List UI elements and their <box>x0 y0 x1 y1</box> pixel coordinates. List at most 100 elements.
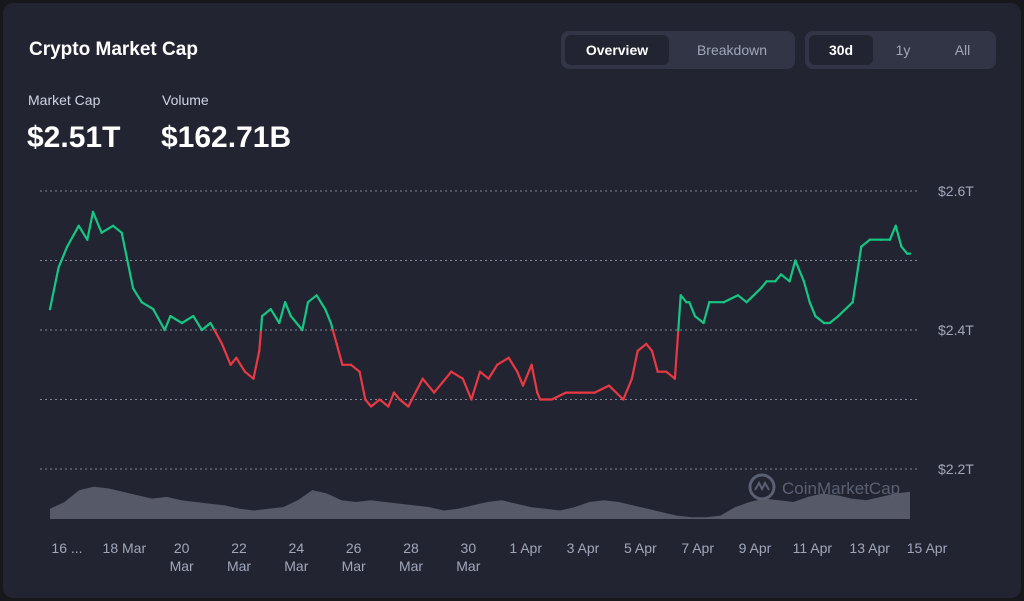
x-tick-label-month: Mar <box>284 558 308 574</box>
price-point <box>487 377 490 380</box>
price-point <box>908 252 912 255</box>
price-segment <box>220 342 232 366</box>
price-segment <box>407 377 424 408</box>
price-point <box>880 238 883 241</box>
price-segment <box>258 328 263 352</box>
price-point <box>814 315 817 318</box>
watermark-text: CoinMarketCap <box>782 479 900 498</box>
price-segment <box>169 315 183 325</box>
price-point <box>673 377 677 380</box>
volume-area <box>50 486 910 519</box>
price-point <box>688 301 691 304</box>
price-point <box>57 266 60 269</box>
price-point <box>100 231 103 234</box>
price-point <box>868 238 872 241</box>
price-point <box>192 315 195 318</box>
price-segment <box>673 328 680 380</box>
price-segment <box>779 273 791 283</box>
y-tick-label: $2.4T <box>938 322 974 338</box>
price-segment <box>888 224 897 241</box>
price-segment <box>77 224 89 241</box>
price-segment <box>421 377 436 394</box>
y-axis-ticks: $2.6T $2.4T $2.2T <box>938 183 974 477</box>
price-point <box>900 245 903 248</box>
price-point <box>252 377 255 380</box>
price-point <box>180 321 183 325</box>
price-point <box>665 370 668 373</box>
price-segment <box>894 224 903 248</box>
x-tick-label: 30 <box>461 540 477 556</box>
price-segment <box>630 349 639 380</box>
market-cap-chart: $2.6T $2.4T $2.2T CoinMarketCap 16 ... 18 M… <box>40 183 974 574</box>
price-point <box>685 301 688 304</box>
price-segment <box>677 294 682 332</box>
price-point <box>421 377 424 380</box>
price-segment <box>213 328 224 345</box>
price-point <box>794 259 797 262</box>
price-segment <box>814 315 826 325</box>
price-segment <box>860 238 872 248</box>
x-tick-label: 18 Mar <box>103 540 147 556</box>
price-segment <box>269 308 281 325</box>
price-segment <box>111 224 123 234</box>
price-segment <box>301 301 310 332</box>
price-point <box>152 308 155 311</box>
price-segment <box>665 370 677 380</box>
price-point <box>702 321 705 325</box>
price-point <box>229 363 232 366</box>
price-segment <box>736 294 748 304</box>
price-point <box>169 315 172 318</box>
price-point <box>765 280 768 283</box>
price-point <box>370 405 373 408</box>
price-point <box>112 224 115 227</box>
price-segment <box>57 245 69 269</box>
price-point <box>779 273 783 276</box>
price-segment <box>774 273 783 283</box>
price-point <box>235 356 238 359</box>
price-point <box>708 301 711 304</box>
x-tick-label: 13 Apr <box>849 540 890 556</box>
price-segment <box>900 245 909 255</box>
price-point <box>301 328 304 332</box>
price-segment <box>478 370 490 380</box>
price-point <box>828 321 831 325</box>
price-point <box>636 349 639 352</box>
price-point <box>759 287 763 290</box>
price-point <box>349 363 353 366</box>
price-point <box>536 391 539 394</box>
price-segment <box>192 315 203 332</box>
price-segment <box>200 321 212 332</box>
price-point <box>315 294 318 297</box>
price-segment <box>140 301 155 311</box>
price-point <box>507 356 510 359</box>
price-segment <box>278 301 287 325</box>
price-point <box>392 391 396 394</box>
price-segment <box>530 363 539 394</box>
price-segment <box>392 391 401 401</box>
price-segment <box>331 328 338 345</box>
price-segment <box>378 398 390 408</box>
gridlines <box>40 190 918 470</box>
price-segment <box>370 398 381 408</box>
price-point <box>77 224 80 227</box>
price-point <box>306 301 310 304</box>
price-point <box>539 398 542 401</box>
price-segment <box>622 377 634 401</box>
coinmarketcap-logo-mark <box>754 480 770 492</box>
price-point <box>278 321 281 325</box>
price-segment <box>550 391 568 401</box>
price-point <box>607 384 611 387</box>
price-point <box>650 349 654 352</box>
price-segment <box>289 315 304 332</box>
price-segment <box>593 384 611 394</box>
price-point <box>364 398 367 401</box>
price-point <box>822 321 826 325</box>
price-point <box>645 342 648 345</box>
x-tick-label: 7 Apr <box>681 540 714 556</box>
price-point <box>91 210 95 213</box>
price-segment <box>66 224 80 248</box>
price-segment <box>132 287 143 304</box>
price-point <box>802 280 806 283</box>
price-segment <box>180 315 195 325</box>
price-segment <box>851 245 863 304</box>
